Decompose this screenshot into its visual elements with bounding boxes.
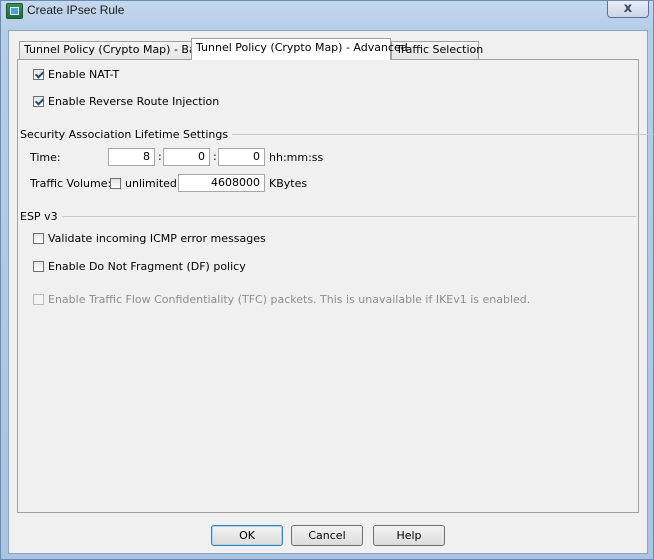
- unlimited-label: unlimited: [125, 177, 177, 190]
- df-option[interactable]: Enable Do Not Fragment (DF) policy: [33, 260, 246, 273]
- cancel-button[interactable]: Cancel: [291, 525, 363, 546]
- sa-lifetime-header: Security Association Lifetime Settings: [20, 128, 229, 141]
- traffic-volume-input[interactable]: 4608000: [178, 174, 265, 192]
- icmp-label: Validate incoming ICMP error messages: [48, 232, 266, 245]
- icmp-checkbox[interactable]: [33, 233, 44, 244]
- time-label: Time:: [30, 151, 61, 164]
- icmp-option[interactable]: Validate incoming ICMP error messages: [33, 232, 266, 245]
- traffic-volume-label: Traffic Volume:: [30, 177, 112, 190]
- dialog-client-area: Tunnel Policy (Crypto Map) - Basic Tunne…: [8, 30, 654, 554]
- nat-t-option[interactable]: Enable NAT-T: [33, 68, 119, 81]
- rri-label: Enable Reverse Route Injection: [48, 95, 220, 108]
- tfc-option: Enable Traffic Flow Confidentiality (TFC…: [33, 293, 530, 306]
- nat-t-label: Enable NAT-T: [48, 68, 120, 81]
- hours-input[interactable]: 8: [108, 148, 155, 166]
- rri-option[interactable]: Enable Reverse Route Injection: [33, 95, 219, 108]
- volume-unit-label: KBytes: [269, 177, 308, 190]
- esp-header: ESP v3: [20, 210, 58, 223]
- window-title: Create IPsec Rule: [27, 3, 125, 17]
- df-checkbox[interactable]: [33, 261, 44, 272]
- seconds-input[interactable]: 0: [218, 148, 265, 166]
- tfc-label: Enable Traffic Flow Confidentiality (TFC…: [48, 293, 531, 306]
- section-divider: [232, 134, 654, 135]
- time-separator: :: [213, 150, 217, 163]
- rri-checkbox[interactable]: [33, 96, 44, 107]
- section-divider: [61, 216, 636, 217]
- minutes-input[interactable]: 0: [163, 148, 210, 166]
- help-button[interactable]: Help: [373, 525, 445, 546]
- close-button[interactable]: x: [607, 1, 649, 18]
- tab-basic[interactable]: Tunnel Policy (Crypto Map) - Basic: [19, 41, 211, 59]
- unlimited-checkbox[interactable]: [110, 178, 121, 189]
- time-format-label: hh:mm:ss: [269, 151, 324, 164]
- app-icon: [6, 3, 23, 19]
- esp-section-header: ESP v3: [20, 210, 636, 223]
- tab-advanced[interactable]: Tunnel Policy (Crypto Map) - Advanced: [191, 38, 408, 60]
- title-bar[interactable]: Create IPsec Rule x: [1, 1, 653, 21]
- sa-lifetime-section-header: Security Association Lifetime Settings: [20, 128, 654, 141]
- ok-button[interactable]: OK: [211, 525, 283, 546]
- tfc-checkbox: [33, 294, 44, 305]
- tab-panel: Enable NAT-T Enable Reverse Route Inject…: [17, 59, 654, 513]
- dialog-window: Create IPsec Rule x Tunnel Policy (Crypt…: [0, 0, 654, 560]
- unlimited-option[interactable]: unlimited: [110, 177, 177, 190]
- df-label: Enable Do Not Fragment (DF) policy: [48, 260, 246, 273]
- nat-t-checkbox[interactable]: [33, 69, 44, 80]
- time-separator: :: [158, 150, 162, 163]
